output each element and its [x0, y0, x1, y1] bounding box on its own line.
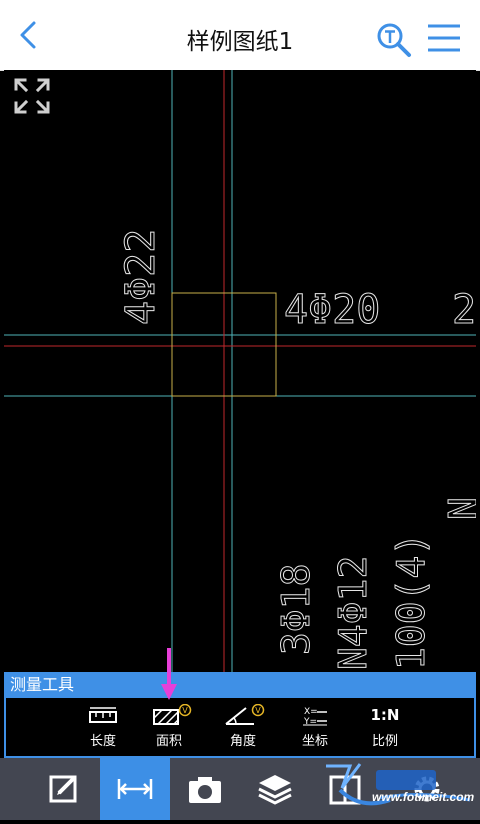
- rebar-label-left: 4Φ22: [118, 229, 164, 325]
- measure-icon: [117, 779, 153, 799]
- tool-angle-label: 角度: [229, 734, 256, 749]
- tool-length[interactable]: 长度: [78, 704, 128, 756]
- svg-text:X=: X=: [304, 707, 318, 717]
- measure-tools-panel: 长度 V 面积 V 角度 X= Y= 坐标 1:N 比例: [4, 698, 476, 758]
- hamburger-menu-icon[interactable]: [426, 22, 462, 54]
- top-bar: 样例图纸1: [0, 0, 480, 71]
- edit-icon: [49, 775, 77, 803]
- watermark-text: www.fotimeit.com: [372, 790, 475, 804]
- area-hatch-icon: V: [153, 704, 192, 725]
- measure-tools-header: 测量工具: [4, 672, 476, 698]
- camera-icon: [189, 777, 221, 803]
- pointer-arrow-icon: [161, 648, 177, 700]
- tool-coordinate[interactable]: X= Y= 坐标: [290, 704, 340, 756]
- angle-icon: V: [225, 704, 265, 725]
- watermark-logo: www.fotimeit.com: [320, 760, 480, 820]
- camera-button[interactable]: [170, 758, 240, 820]
- tool-scale[interactable]: 1:N 比例: [360, 704, 410, 756]
- rebar-label-partial: 2: [452, 287, 476, 333]
- tool-area[interactable]: V 面积: [144, 704, 194, 756]
- rebar-label-edge: N: [441, 497, 476, 520]
- tool-coordinate-label: 坐标: [301, 734, 328, 749]
- svg-text:V: V: [182, 706, 188, 715]
- tool-angle[interactable]: V 角度: [218, 704, 268, 756]
- rebar-label-right: 4Φ20: [284, 287, 380, 333]
- edit-button[interactable]: [30, 758, 100, 820]
- scale-icon: 1:N: [370, 706, 400, 724]
- coordinate-icon: X= Y=: [303, 707, 327, 726]
- text-search-icon[interactable]: [376, 22, 412, 58]
- rebar-label-bottom-3: 100(4): [389, 533, 433, 670]
- layers-icon: [258, 775, 292, 805]
- tool-length-label: 长度: [89, 734, 116, 749]
- drawing-canvas[interactable]: 4Φ22 4Φ20 2 3Φ18 N4Φ12 100(4) N: [4, 70, 476, 672]
- rebar-label-bottom-2: N4Φ12: [331, 556, 375, 670]
- svg-text:V: V: [255, 706, 261, 715]
- ruler-icon: [89, 707, 117, 723]
- fullscreen-icon[interactable]: [14, 78, 50, 114]
- tool-area-label: 面积: [155, 734, 182, 749]
- measure-button[interactable]: [100, 758, 170, 820]
- cad-drawing: 4Φ22 4Φ20 2 3Φ18 N4Φ12 100(4) N: [4, 70, 476, 672]
- tool-scale-label: 比例: [371, 734, 398, 749]
- rebar-label-bottom-1: 3Φ18: [274, 563, 318, 655]
- layers-button[interactable]: [240, 758, 310, 820]
